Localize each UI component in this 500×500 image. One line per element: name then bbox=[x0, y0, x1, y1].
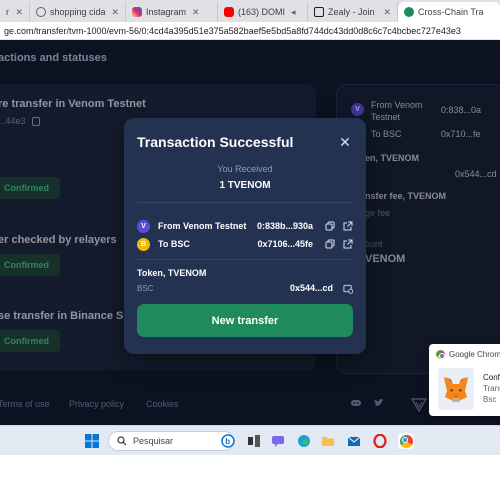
globe-icon bbox=[36, 7, 46, 17]
notification-body: Conf Trans Bsc bbox=[483, 372, 500, 405]
external-link-icon[interactable] bbox=[343, 239, 353, 249]
close-icon[interactable]: ✕ bbox=[337, 134, 353, 150]
chat-icon[interactable] bbox=[270, 433, 286, 449]
modal-title: Transaction Successful bbox=[137, 134, 294, 150]
search-placeholder: Pesquisar bbox=[133, 436, 174, 446]
blank-area bbox=[0, 455, 500, 500]
notification-line-2: Trans bbox=[483, 384, 500, 393]
tab-youtube[interactable]: (163) DOMI ◂ bbox=[218, 2, 308, 22]
close-tab-icon[interactable]: ✕ bbox=[383, 7, 391, 18]
chrome-notification[interactable]: Google Chrome Conf Trans Bsc bbox=[429, 344, 500, 416]
to-tx-hash: 0x7106...45fe bbox=[257, 239, 313, 249]
tab-zealy[interactable]: Zealy - Join the ✕ bbox=[308, 2, 398, 22]
windows-start-icon[interactable] bbox=[84, 433, 100, 449]
mute-tab-icon[interactable]: ◂ bbox=[291, 7, 296, 18]
chrome-taskbar-icon[interactable] bbox=[398, 433, 414, 449]
tab-shopping[interactable]: shopping cidade ✕ bbox=[30, 2, 126, 22]
edge-icon[interactable] bbox=[296, 433, 312, 449]
to-network-row: B To BSC 0x7106...45fe bbox=[137, 236, 353, 252]
url-text: ge.com/transfer/tvm-1000/evm-56/0:4cd4a3… bbox=[4, 25, 461, 36]
from-network-row: V From Venom Testnet 0:838b...930a bbox=[137, 218, 353, 234]
svg-text:b: b bbox=[225, 437, 230, 446]
notification-app-name: Google Chrome bbox=[449, 350, 500, 359]
close-tab-icon[interactable]: ✕ bbox=[111, 7, 119, 18]
new-transfer-button[interactable]: New transfer bbox=[137, 304, 353, 337]
octus-bridge-icon bbox=[404, 7, 414, 17]
tab-inicial[interactable]: nicial ✕ bbox=[0, 2, 30, 22]
token-network-label: BSC bbox=[137, 283, 154, 293]
page-content: actions and statuses re transfer in Veno… bbox=[0, 40, 500, 425]
divider bbox=[137, 259, 353, 260]
from-network-label: From Venom Testnet bbox=[158, 221, 247, 231]
browser-tabbar: nicial ✕ shopping cidade ✕ Instagram ✕ (… bbox=[0, 0, 500, 22]
tab-cross-chain[interactable]: Cross-Chain Tra bbox=[398, 2, 500, 22]
youtube-icon bbox=[224, 7, 234, 17]
venom-icon: V bbox=[137, 219, 150, 233]
metamask-fox-icon bbox=[438, 368, 474, 410]
copy-icon[interactable] bbox=[325, 239, 335, 249]
address-bar[interactable]: ge.com/transfer/tvm-1000/evm-56/0:4cd4a3… bbox=[0, 22, 500, 40]
close-tab-icon[interactable]: ✕ bbox=[192, 7, 200, 18]
file-explorer-icon[interactable] bbox=[320, 433, 336, 449]
token-label: Token, TVENOM bbox=[137, 268, 207, 278]
chrome-icon bbox=[399, 434, 413, 448]
taskbar-search-input[interactable]: Pesquisar bbox=[108, 431, 234, 451]
divider bbox=[137, 202, 353, 203]
mail-icon[interactable] bbox=[346, 433, 362, 449]
instagram-icon bbox=[132, 7, 142, 17]
to-network-label: To BSC bbox=[158, 239, 190, 249]
from-tx-hash: 0:838b...930a bbox=[256, 221, 313, 231]
close-tab-icon[interactable]: ✕ bbox=[15, 7, 23, 18]
token-address: 0x544...cd bbox=[289, 283, 333, 293]
received-label: You Received bbox=[217, 164, 273, 174]
search-icon bbox=[117, 436, 127, 446]
bsc-icon: B bbox=[137, 237, 150, 251]
notification-line-1: Conf bbox=[483, 373, 500, 382]
bing-icon[interactable]: b bbox=[220, 433, 236, 449]
tab-instagram[interactable]: Instagram ✕ bbox=[126, 2, 218, 22]
received-amount: 1 TVENOM bbox=[219, 180, 271, 191]
token-address-row: BSC 0x544...cd bbox=[137, 283, 353, 294]
notification-header: Google Chrome bbox=[436, 350, 500, 359]
screen: nicial ✕ shopping cidade ✕ Instagram ✕ (… bbox=[0, 0, 500, 500]
opera-icon[interactable] bbox=[372, 433, 388, 449]
chrome-icon bbox=[436, 350, 445, 359]
zealy-icon bbox=[314, 7, 324, 17]
task-view-icon[interactable] bbox=[246, 433, 262, 449]
copy-icon[interactable] bbox=[325, 221, 335, 231]
notification-line-3: Bsc bbox=[483, 395, 497, 404]
transaction-success-modal: Transaction Successful ✕ You Received 1 … bbox=[124, 118, 366, 354]
taskbar: Pesquisar b bbox=[0, 425, 500, 455]
add-to-wallet-icon[interactable] bbox=[343, 283, 353, 294]
external-link-icon[interactable] bbox=[343, 221, 353, 231]
